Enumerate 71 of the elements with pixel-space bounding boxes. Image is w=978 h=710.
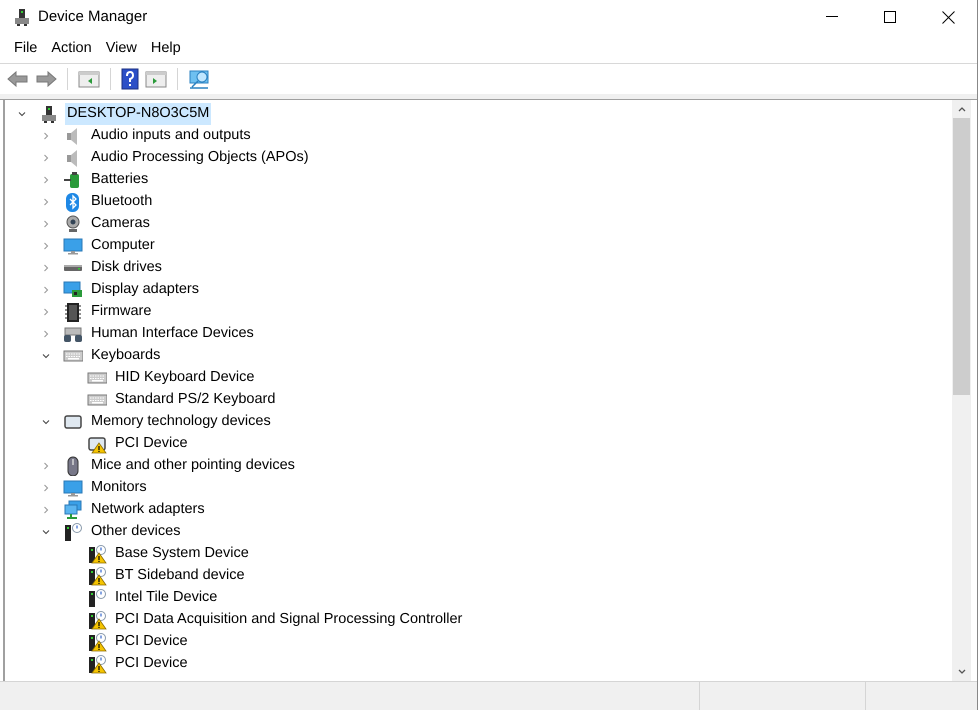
tree-item[interactable]: Keyboards	[89, 345, 162, 367]
expand-chevron-icon[interactable]	[42, 462, 50, 470]
expand-chevron-icon[interactable]	[42, 176, 50, 184]
tree-item[interactable]: Mice and other pointing devices	[89, 455, 297, 477]
collapse-chevron-icon[interactable]	[42, 352, 50, 360]
tree-item[interactable]: BT Sideband device	[113, 565, 247, 587]
display-card-icon	[63, 280, 83, 300]
action-pane-icon[interactable]	[145, 69, 167, 89]
menu-item[interactable]: File	[8, 38, 44, 60]
tree-item[interactable]: Network adapters	[89, 499, 207, 521]
tree-item[interactable]: Standard PS/2 Keyboard	[113, 389, 278, 411]
tree-item[interactable]: Base System Device	[113, 543, 251, 565]
expand-chevron-icon[interactable]	[42, 198, 50, 206]
tree-item[interactable]: Cameras	[89, 213, 152, 235]
tree-item[interactable]: Firmware	[89, 301, 154, 323]
tree-item[interactable]: Intel Tile Device	[113, 587, 220, 609]
monitor-icon	[63, 236, 83, 256]
window-title: Device Manager	[38, 6, 148, 27]
unknown-device-warning-icon	[87, 632, 107, 652]
tree-item[interactable]: Audio inputs and outputs	[89, 125, 253, 147]
expand-chevron-icon[interactable]	[42, 264, 50, 272]
minimize-icon	[826, 16, 838, 18]
tree-item[interactable]: Memory technology devices	[89, 411, 273, 433]
scroll-thumb[interactable]	[953, 118, 970, 395]
unknown-device-warning-icon	[87, 544, 107, 564]
expand-chevron-icon[interactable]	[42, 132, 50, 140]
expand-chevron-icon[interactable]	[42, 220, 50, 228]
drive-icon	[63, 264, 83, 272]
menu-item[interactable]: Action	[45, 38, 98, 60]
unknown-device-warning-icon	[87, 610, 107, 630]
tree-item[interactable]: PCI Device	[113, 433, 190, 455]
chip-icon	[63, 302, 83, 322]
tree-item[interactable]: Disk drives	[89, 257, 164, 279]
maximize-icon	[884, 11, 896, 23]
collapse-chevron-icon[interactable]	[18, 110, 26, 118]
tree-item[interactable]: PCI Device	[113, 653, 190, 675]
expand-chevron-icon[interactable]	[42, 154, 50, 162]
menu-item[interactable]: View	[100, 38, 143, 60]
monitor-icon	[63, 478, 83, 498]
close-icon	[942, 10, 954, 24]
tree-item[interactable]: Human Interface Devices	[89, 323, 256, 345]
menu-item[interactable]: Help	[144, 38, 187, 60]
plug-icon	[39, 104, 59, 124]
unknown-device-icon	[63, 522, 83, 542]
tree-item[interactable]: PCI Device	[113, 631, 190, 653]
expand-chevron-icon[interactable]	[42, 286, 50, 294]
network-icon	[63, 500, 83, 520]
tree-item[interactable]: Computer	[89, 235, 157, 257]
unknown-device-warning-icon	[87, 654, 107, 674]
expand-chevron-icon[interactable]	[42, 506, 50, 514]
plug-icon	[12, 7, 32, 27]
help-icon[interactable]	[121, 68, 139, 90]
tree-item[interactable]: Batteries	[89, 169, 150, 191]
console-tree-icon[interactable]	[78, 69, 100, 89]
expand-chevron-icon[interactable]	[42, 308, 50, 316]
expand-chevron-icon[interactable]	[42, 484, 50, 492]
tree-item[interactable]: Bluetooth	[89, 191, 154, 213]
collapse-chevron-icon[interactable]	[42, 528, 50, 536]
tree-item[interactable]: HID Keyboard Device	[113, 367, 256, 389]
expand-chevron-icon[interactable]	[42, 330, 50, 338]
tree-item[interactable]: Audio Processing Objects (APOs)	[89, 147, 311, 169]
expand-chevron-icon[interactable]	[42, 242, 50, 250]
tree-item[interactable]: DESKTOP-N8O3C5M	[65, 103, 212, 125]
tree-item[interactable]: Monitors	[89, 477, 149, 499]
collapse-chevron-icon[interactable]	[42, 418, 50, 426]
scrollbar[interactable]	[952, 100, 971, 681]
tree-item[interactable]: Display adapters	[89, 279, 201, 301]
tree-item[interactable]: Other devices	[89, 521, 182, 543]
tree-item[interactable]: PCI Data Acquisition and Signal Processing Controller	[113, 609, 464, 631]
unknown-device-warning-icon	[87, 566, 107, 586]
unknown-device-icon	[87, 588, 107, 608]
